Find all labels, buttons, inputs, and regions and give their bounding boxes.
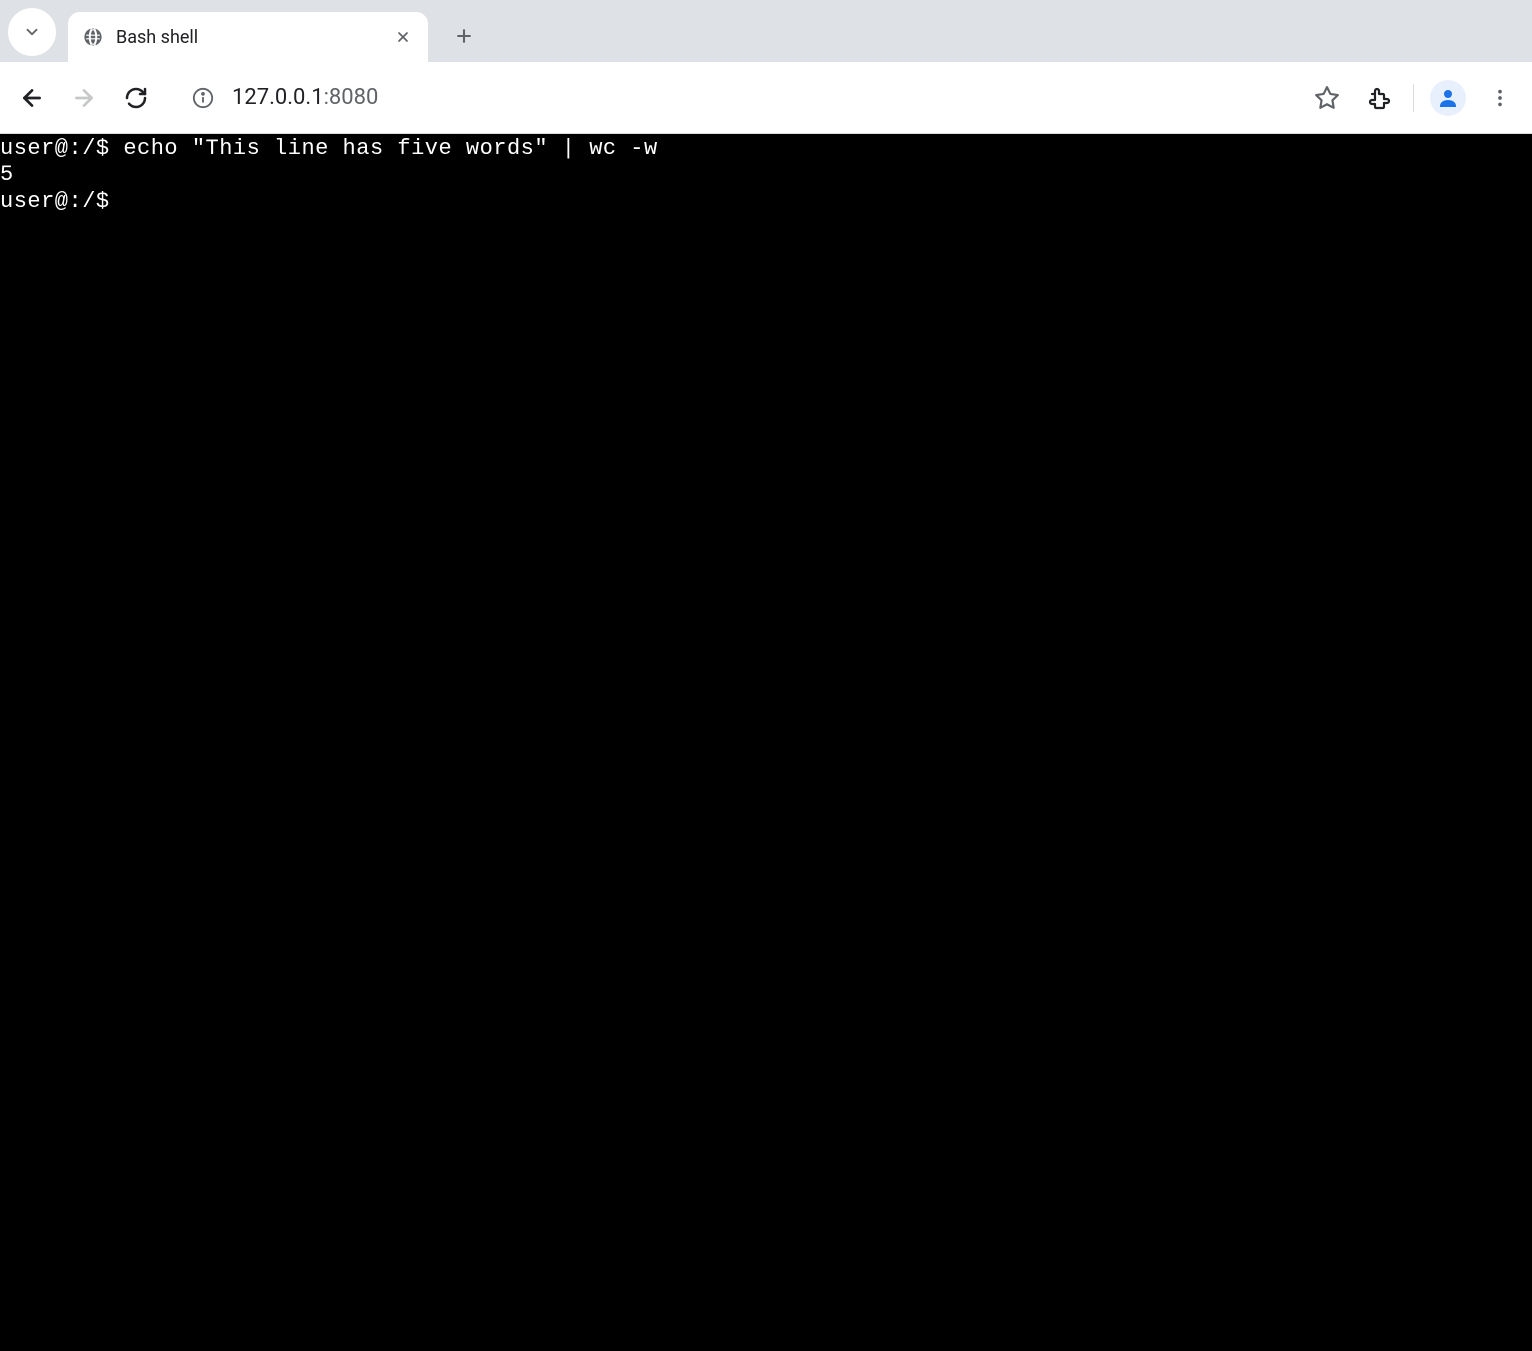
url-display: 127.0.0.1:8080 xyxy=(232,85,1271,110)
bookmark-button[interactable] xyxy=(1305,76,1349,120)
close-icon xyxy=(395,29,411,45)
forward-button xyxy=(62,76,106,120)
toolbar-separator xyxy=(1413,84,1414,112)
site-info-button[interactable] xyxy=(192,87,214,109)
extensions-button[interactable] xyxy=(1357,76,1401,120)
profile-button[interactable] xyxy=(1426,76,1470,120)
browser-chrome: Bash shell 127.0.0.1:8080 xyxy=(0,0,1532,134)
new-tab-button[interactable] xyxy=(444,16,484,56)
plus-icon xyxy=(454,26,474,46)
terminal-line: user@:/$ echo "This line has five words"… xyxy=(0,136,1532,162)
puzzle-icon xyxy=(1367,86,1391,110)
address-bar[interactable]: 127.0.0.1:8080 xyxy=(174,74,1289,122)
arrow-left-icon xyxy=(19,85,45,111)
info-icon xyxy=(192,87,214,109)
terminal-output[interactable]: user@:/$ echo "This line has five words"… xyxy=(0,134,1532,1351)
back-button[interactable] xyxy=(10,76,54,120)
reload-button[interactable] xyxy=(114,76,158,120)
arrow-right-icon xyxy=(71,85,97,111)
menu-button[interactable] xyxy=(1478,76,1522,120)
kebab-menu-icon xyxy=(1489,87,1511,109)
person-icon xyxy=(1436,86,1460,110)
tab-title: Bash shell xyxy=(116,27,380,48)
terminal-prompt: user@:/$ xyxy=(0,189,1532,215)
avatar xyxy=(1430,80,1466,116)
reload-icon xyxy=(124,86,148,110)
browser-toolbar: 127.0.0.1:8080 xyxy=(0,62,1532,134)
terminal-line: 5 xyxy=(0,162,1532,188)
tab-strip: Bash shell xyxy=(0,0,1532,62)
chevron-down-icon xyxy=(23,23,41,41)
url-port: :8080 xyxy=(324,85,379,110)
browser-tab[interactable]: Bash shell xyxy=(68,12,428,62)
tab-search-button[interactable] xyxy=(8,8,56,56)
star-icon xyxy=(1314,85,1340,111)
globe-icon xyxy=(82,26,104,48)
tab-close-button[interactable] xyxy=(392,26,414,48)
url-host: 127.0.0.1 xyxy=(232,85,324,110)
